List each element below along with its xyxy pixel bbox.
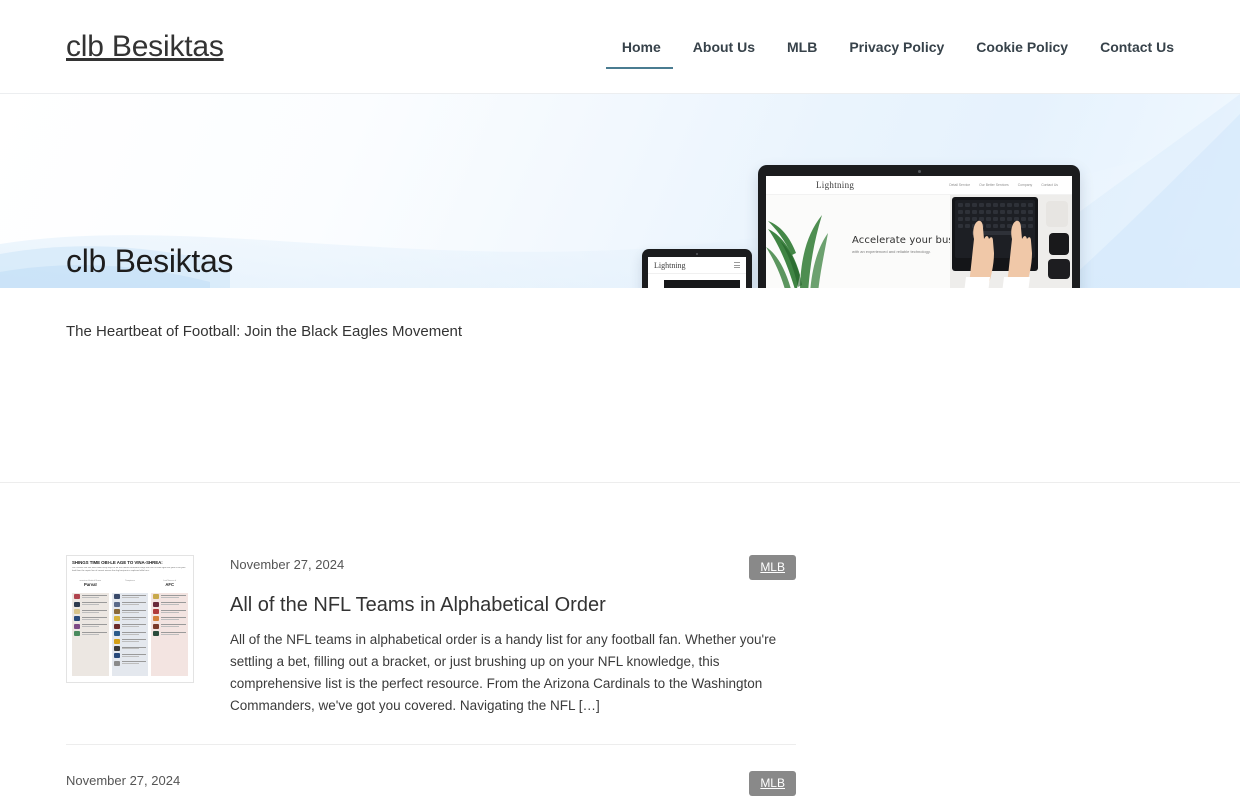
nav-item-mlb[interactable]: MLB <box>771 0 833 94</box>
infographic-columns: american Horticul Bcose Parvaï Timepisar… <box>72 580 189 677</box>
global-nav: Home About Us MLB Privacy Policy Cookie … <box>605 0 1174 94</box>
post-meta: November 27, 2024 MLB <box>66 771 796 797</box>
post-thumbnail[interactable]: SHINGS TIME OBI-LE AGE TO VINA-SHREA: Le… <box>66 555 194 683</box>
monitor-site-hero: Accelerate your business with an experie… <box>766 195 1072 288</box>
sidebar <box>796 483 1174 800</box>
post-excerpt: All of the NFL teams in alphabetical ord… <box>230 632 777 713</box>
tablet-hero-photo <box>664 280 740 288</box>
infographic-column-label: Timepisars <box>125 580 135 583</box>
monitor-nav-item-1: Our Better Services <box>979 183 1009 187</box>
monitor-nav-item-0: Detail Service <box>949 183 971 187</box>
site-title[interactable]: clb Besiktas <box>66 31 224 62</box>
monitor-nav-item-2: Company <box>1017 183 1033 187</box>
infographic-heading: SHINGS TIME OBI-LE AGE TO VINA-SHREA: <box>72 560 163 565</box>
infographic-panel <box>111 593 149 677</box>
monitor-screen: Lightning Detail Service Our Better Serv… <box>766 176 1072 288</box>
monitor-site-nav: Detail Service Our Better Services Compa… <box>949 183 1058 187</box>
post-body: November 27, 2024 MLB NFL Teams in Order… <box>66 771 796 800</box>
content-wrapper: SHINGS TIME OBI-LE AGE TO VINA-SHREA: Le… <box>0 483 1240 800</box>
nav-item-contact-us[interactable]: Contact Us <box>1084 0 1174 94</box>
infographic-subtext: Let's seven see first who holds easy ste… <box>72 567 186 573</box>
hero-title: clb Besiktas <box>66 243 234 279</box>
post-item: November 27, 2024 MLB NFL Teams in Order… <box>66 771 796 800</box>
post-date: November 27, 2024 <box>66 773 181 789</box>
infographic-column: Timepisars <box>111 580 149 677</box>
hero-photo: Lightning Detail Service Our Better Serv… <box>620 94 1240 288</box>
post-meta: November 27, 2024 MLB <box>230 555 796 580</box>
post-body: November 27, 2024 MLB All of the NFL Tea… <box>194 555 796 716</box>
hamburger-icon <box>734 262 740 268</box>
infographic-column: american Horticul Bcose Parvaï <box>72 580 109 677</box>
keyboard-hands-photo <box>950 195 1072 288</box>
tablet-site-navbar: Lightning <box>648 257 746 274</box>
hero-monitor-device: Lightning Detail Service Our Better Serv… <box>758 165 1080 288</box>
infographic-column-name: AFC <box>165 582 174 588</box>
site-tagline: The Heartbeat of Football: Join the Blac… <box>66 323 463 340</box>
monitor-nav-item-3: Contact Us <box>1041 183 1058 187</box>
nav-item-cookie-policy[interactable]: Cookie Policy <box>960 0 1084 94</box>
infographic-column: Lost Names of AFC <box>151 580 189 677</box>
infographic-column-name: Parvaï <box>84 582 97 588</box>
post-item: SHINGS TIME OBI-LE AGE TO VINA-SHREA: Le… <box>66 555 796 746</box>
hero-tablet-device: Lightning <box>642 249 752 288</box>
infographic-image: SHINGS TIME OBI-LE AGE TO VINA-SHREA: Le… <box>67 556 193 682</box>
post-category-badge[interactable]: MLB <box>749 555 796 580</box>
post-list: SHINGS TIME OBI-LE AGE TO VINA-SHREA: Le… <box>66 483 796 800</box>
tablet-screen: Lightning <box>648 257 746 288</box>
nav-item-about-us[interactable]: About Us <box>677 0 771 94</box>
monitor-site-brand: Lightning <box>816 180 855 190</box>
tagline-section: The Heartbeat of Football: Join the Blac… <box>0 288 1240 483</box>
post-category-badge[interactable]: MLB <box>749 771 796 797</box>
post-title-link[interactable]: All of the NFL Teams in Alphabetical Ord… <box>230 592 796 618</box>
site-header: clb Besiktas Home About Us MLB Privacy P… <box>0 0 1240 94</box>
post-date: November 27, 2024 <box>230 557 345 572</box>
nav-item-home[interactable]: Home <box>605 0 677 94</box>
infographic-panel <box>72 593 109 677</box>
infographic-panel <box>151 593 189 677</box>
nav-item-privacy-policy[interactable]: Privacy Policy <box>833 0 960 94</box>
hero-banner: Lightning Detail Service Our Better Serv… <box>0 94 1240 288</box>
plant-illustration <box>766 195 828 288</box>
monitor-site-navbar: Lightning Detail Service Our Better Serv… <box>766 176 1072 195</box>
tablet-site-brand: Lightning <box>654 260 686 270</box>
